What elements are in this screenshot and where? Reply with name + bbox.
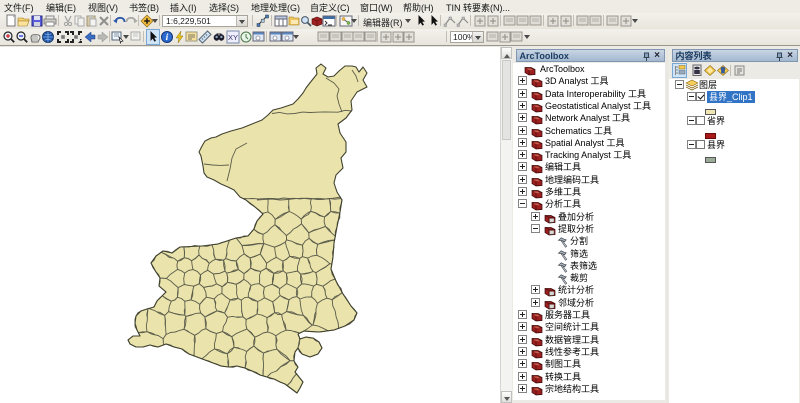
svg-text:i: i — [166, 33, 169, 43]
svg-text:XY: XY — [228, 33, 238, 42]
